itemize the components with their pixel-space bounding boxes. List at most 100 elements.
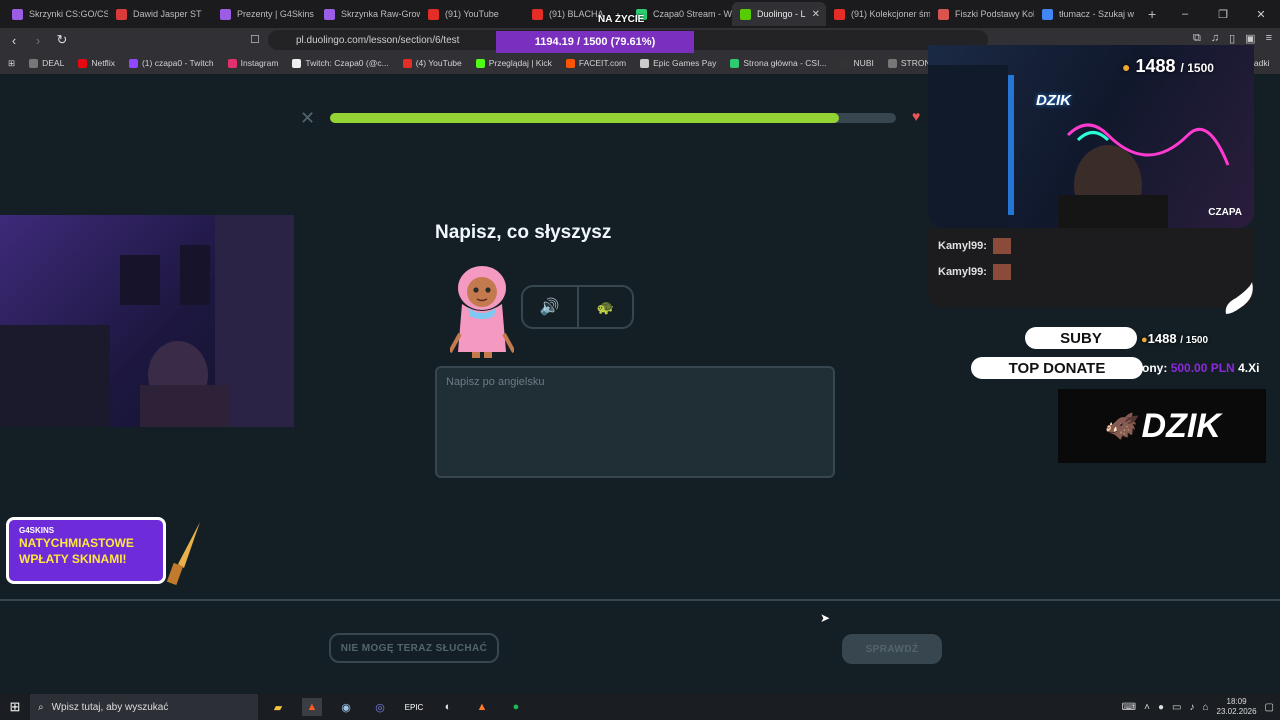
forward-icon[interactable]: › [28,33,48,48]
windows-start-icon[interactable]: ⊞ [0,699,30,715]
steam-icon[interactable]: ◉ [336,698,356,716]
language-icon[interactable]: ⌂ [1202,702,1208,713]
tab-favicon-icon [220,8,231,20]
wallet-icon[interactable]: ▣ [1245,32,1255,45]
browser-tab[interactable]: Duolingo - L ✕ [732,2,826,26]
bookmark-item[interactable]: Netflix [78,58,115,68]
subs-pill-value: ●1488 / 1500 [1141,331,1208,346]
boar-icon: 🐗 [1103,410,1136,441]
browser-tab[interactable]: tłumacz - Szukaj w [1034,2,1138,26]
bookmark-item[interactable]: Instagram [227,58,279,68]
chat-line: Kamyl99: [938,238,1011,254]
bookmark-label: Twitch: Czapa0 (@c... [305,58,389,68]
browser-tab[interactable]: Skrzynki CS:GO/CS2 [4,2,108,26]
close-window-icon[interactable]: ✕ [1242,0,1280,28]
cant-listen-label: NIE MOGĘ TERAZ SŁUCHAĆ [340,642,488,654]
microphone-icon[interactable]: ● [1158,702,1164,713]
tab-favicon-icon [834,8,845,20]
volume-icon[interactable]: ♪ [1189,702,1194,713]
g4skins-promo: G4SKINS NATYCHMIASTOWE WPŁATY SKINAMI! [6,517,166,584]
bookmark-label: Strona główna - CSI... [743,58,827,68]
clock[interactable]: 18:09 23.02.2026 [1217,697,1257,717]
dzik-logo: 🐗 DZIK [1058,389,1266,463]
tab-close-icon[interactable]: ✕ [812,9,820,20]
bookmark-label: (4) YouTube [415,58,462,68]
browser-tab[interactable]: Fiszki Podstawy Kol [930,2,1034,26]
bookmark-item[interactable]: (1) czapa0 - Twitch [128,58,214,68]
browser-tab[interactable]: Skrzynka Raw-Grow [316,2,420,26]
app-launcher-icon[interactable]: ▲ [472,698,492,716]
tab-favicon-icon [1042,8,1053,20]
top-donor-name: ony: [1142,361,1168,375]
top-donor-amount: 500.00 PLN [1170,361,1235,375]
reload-icon[interactable]: ↻ [52,32,72,48]
tab-label: tłumacz - Szukaj w [1059,9,1135,19]
bookmark-item[interactable]: Twitch: Czapa0 (@c... [292,58,389,68]
heart-icon: ♥ [912,108,921,124]
subs-label: SUBY [1060,329,1102,347]
bookmark-item[interactable]: Strona główna - CSI... [730,58,827,68]
bookmark-label: DEAL [42,58,65,68]
minimize-icon[interactable]: – [1166,0,1204,28]
browser-tab[interactable]: Dawid Jasper ST [108,2,212,26]
taskbar-search[interactable]: ⌕ Wpisz tutaj, aby wyszukać [30,694,258,720]
file-explorer-icon[interactable]: ▰ [268,698,288,716]
tab-label: Fiszki Podstawy Kol [955,9,1034,19]
play-audio-button[interactable]: 🔊 [523,287,577,327]
bookmark-favicon-icon [292,58,302,68]
bookmark-item[interactable]: (4) YouTube [402,58,462,68]
obs-icon[interactable]: ◐ [438,698,458,716]
tab-label: Dawid Jasper ST [133,9,202,19]
epic-games-icon[interactable]: EPIC [404,698,424,716]
tab-label: Skrzynki CS:GO/CS2 [29,9,108,19]
play-slow-audio-button[interactable]: 🐢 [576,287,633,327]
tray-chevron-icon[interactable]: ˄ [1144,702,1150,713]
check-button[interactable]: SPRAWDŹ [842,634,942,664]
turtle-icon: 🐢 [596,298,614,315]
knife-icon [166,522,200,586]
donation-goal-value: 1194.19 / 1500 (79.61%) [534,36,656,48]
system-tray: ⌨ ˄ ● ▭ ♪ ⌂ 18:09 23.02.2026 ▢ [1122,694,1274,720]
restore-icon[interactable]: ❐ [1204,0,1242,28]
browser-toolbar-icons: ⧉ ♫ ▯ ▣ ≡ [1193,32,1272,45]
bookmarks-tail[interactable]: ładki [1252,58,1269,68]
answer-textarea[interactable]: Napisz po angielsku [435,366,835,478]
spotify-icon[interactable]: ● [506,698,526,716]
bookmark-label: Netflix [91,58,115,68]
bookmark-item[interactable]: FACEIT.com [565,58,626,68]
bookmark-item[interactable]: Epic Games Pay [640,58,716,68]
discord-icon[interactable]: ◎ [370,698,390,716]
check-label: SPRAWDŹ [865,643,919,655]
browser-tab[interactable]: (91) YouTube [420,2,524,26]
bookmark-item[interactable]: Przeglądaj | Kick [475,58,552,68]
bookmark-favicon-icon [640,58,650,68]
mouse-cursor-icon: ➤ [820,611,831,625]
back-icon[interactable]: ‹ [4,33,24,48]
media-icon[interactable]: ♫ [1211,32,1219,45]
browser-tab[interactable]: (91) Kolekcjoner śm [826,2,930,26]
menu-icon[interactable]: ≡ [1266,32,1272,45]
new-tab-button[interactable]: + [1148,6,1156,22]
chat-panel: Kamyl99: Kamyl99: [928,228,1254,314]
chat-line: Kamyl99: [938,264,1011,280]
bookmark-item[interactable]: NUBI [840,58,874,68]
network-icon[interactable]: ▭ [1172,702,1181,713]
cant-listen-button[interactable]: NIE MOGĘ TERAZ SŁUCHAĆ [329,633,499,663]
bookmark-label: Instagram [240,58,279,68]
apps-grid-icon[interactable]: ⊞ [8,58,15,69]
bookmark-item[interactable]: DEAL [29,58,64,68]
tab-label: Skrzynka Raw-Grow [341,9,420,19]
brave-icon[interactable]: ▲ [302,698,322,716]
extensions-icon[interactable]: ⧉ [1193,32,1201,45]
chat-emote-icon [992,264,1011,280]
bookmark-favicon-icon [887,58,897,68]
keyboard-icon[interactable]: ⌨ [1122,702,1136,713]
notifications-icon[interactable]: ▢ [1265,702,1274,713]
close-lesson-icon[interactable]: ✕ [300,108,315,129]
lesson-progress-fill [330,113,840,123]
browser-tab[interactable]: Prezenty | G4Skins [212,2,316,26]
tab-favicon-icon [532,8,543,20]
bookmark-icon[interactable]: ☐ [250,33,260,46]
sidebar-icon[interactable]: ▯ [1229,32,1235,45]
bookmark-label: (1) czapa0 - Twitch [141,58,214,68]
